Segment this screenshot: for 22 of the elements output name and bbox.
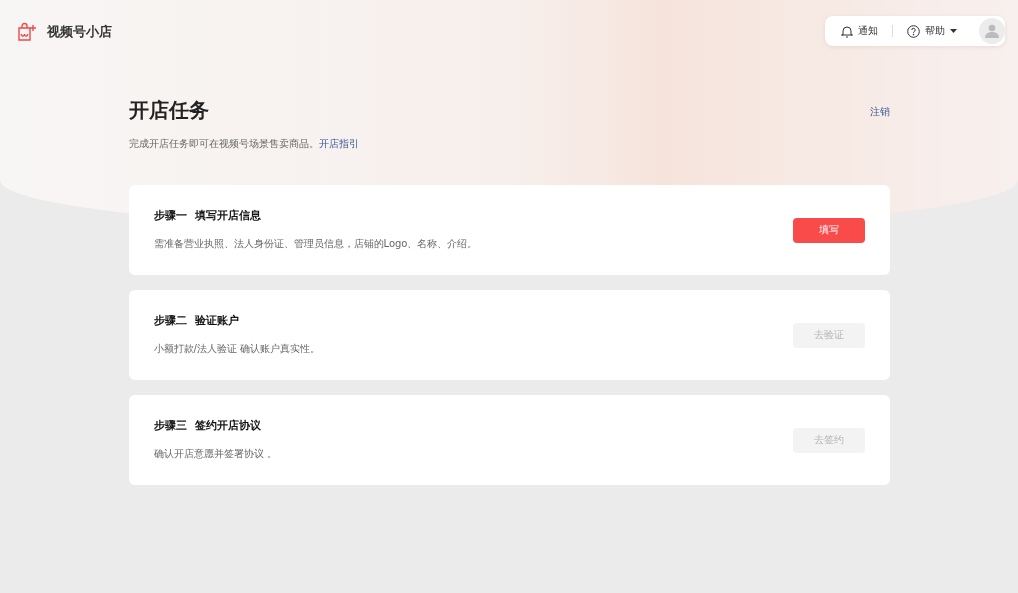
- avatar[interactable]: [979, 18, 1005, 44]
- step-action-button[interactable]: 填写: [792, 217, 865, 243]
- step-description: 确认开店意愿并签署协议 。: [153, 447, 277, 461]
- shopping-bag-icon: [17, 22, 37, 42]
- page-subtitle: 完成开店任务即可在视频号场景售卖商品。开店指引: [128, 137, 359, 151]
- step-description: 小额打款/法人验证 确认账户真实性。: [153, 342, 321, 356]
- caret-icon: [950, 29, 957, 33]
- notifications-button[interactable]: 通知: [841, 24, 878, 38]
- step-title: 填写开店信息: [194, 209, 261, 223]
- help-button[interactable]: 帮助: [907, 24, 957, 38]
- step-title: 签约开店协议: [194, 419, 261, 433]
- step-description: 需准备营业执照、法人身份证、管理员信息，店铺的Logo、名称、介绍。: [153, 237, 478, 251]
- step-number: 步骤二: [153, 314, 187, 328]
- logout-link[interactable]: 注销: [869, 105, 890, 119]
- brand-name: 视频号小店: [47, 23, 112, 41]
- step-number: 步骤一: [153, 209, 187, 223]
- help-icon: [907, 24, 920, 38]
- bell-icon: [841, 24, 853, 38]
- step-number: 步骤三: [153, 419, 187, 433]
- page-title: 开店任务: [128, 97, 210, 124]
- guide-link[interactable]: 开店指引: [318, 138, 359, 149]
- step-title: 验证账户: [194, 314, 239, 328]
